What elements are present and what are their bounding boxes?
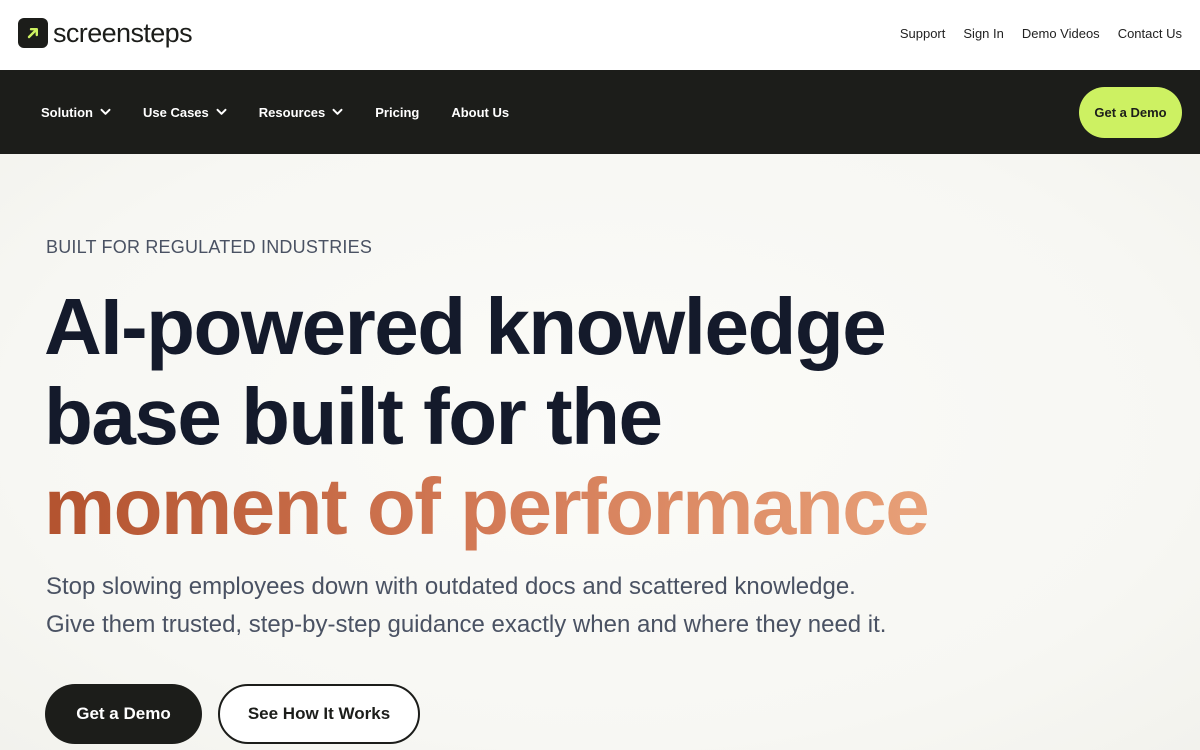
demo-videos-link[interactable]: Demo Videos [1022,25,1100,42]
chevron-down-icon [216,108,227,116]
headline-line-2: base built for the [44,372,663,461]
chevron-down-icon [100,108,111,116]
nav-resources-label: Resources [258,104,326,120]
contact-us-link[interactable]: Contact Us [1118,25,1182,42]
hero-section: BUILT FOR REGULATED INDUSTRIES AI-powere… [0,154,1200,750]
nav-resources[interactable]: Resources [259,105,343,120]
nav-pricing-label: Pricing [375,104,420,120]
headline-line-1: AI-powered knowledge [44,282,887,371]
hero-cta-row: Get a Demo See How It Works [45,684,420,744]
support-link[interactable]: Support [900,25,946,42]
headline-accent: moment of performance [44,462,930,551]
nav-use-cases-label: Use Cases [143,104,209,120]
arrow-up-right-icon [18,18,48,48]
see-how-it-works-button[interactable]: See How It Works [218,684,420,744]
nav-solution[interactable]: Solution [41,105,111,120]
sign-in-link[interactable]: Sign In [963,25,1003,42]
main-nav: Solution Use Cases Resources Pricing Abo… [0,70,1200,154]
brand-name: screensteps [53,18,193,48]
nav-get-demo-button[interactable]: Get a Demo [1079,87,1182,138]
subtext-line-2: Give them trusted, step-by-step guidance… [46,611,887,638]
hero-headline: AI-powered knowledge base built for the … [44,282,1044,552]
nav-about-us[interactable]: About Us [451,105,509,120]
chevron-down-icon [332,108,343,116]
hero-subtext: Stop slowing employees down with outdate… [46,568,1046,644]
top-utility-bar: screensteps Support Sign In Demo Videos … [0,0,1200,70]
get-demo-button[interactable]: Get a Demo [45,684,202,744]
subtext-line-1: Stop slowing employees down with outdate… [46,573,856,600]
nav-pricing[interactable]: Pricing [375,105,419,120]
utility-nav: Support Sign In Demo Videos Contact Us [900,25,1182,42]
hero-eyebrow: BUILT FOR REGULATED INDUSTRIES [46,237,373,257]
nav-use-cases[interactable]: Use Cases [143,105,227,120]
brand-logo[interactable]: screensteps [18,18,193,48]
nav-about-us-label: About Us [451,104,510,120]
nav-solution-label: Solution [41,104,93,120]
